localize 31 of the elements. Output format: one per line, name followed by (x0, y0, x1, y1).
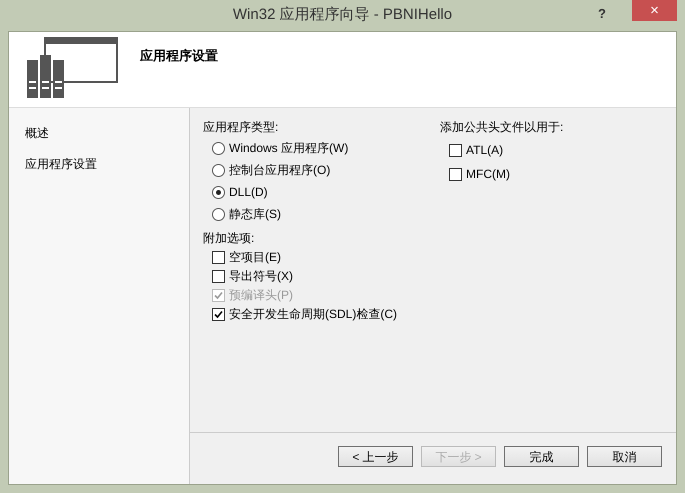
group-label: 应用程序类型: (203, 119, 280, 136)
checkbox-label: 导出符号(X) (229, 268, 293, 285)
sidebar-item[interactable]: 应用程序设置 (25, 155, 189, 173)
checkbox[interactable] (212, 308, 225, 320)
checkbox[interactable] (449, 168, 462, 180)
radio-label: 控制台应用程序(O) (229, 162, 330, 179)
close-button[interactable]: × (632, 0, 677, 21)
window-title: Win32 应用程序向导 - PBNIHello (232, 5, 452, 26)
radio-label: Windows 应用程序(W) (229, 140, 348, 157)
radio-label: DLL(D) (229, 184, 268, 201)
page-heading: 应用程序设置 (140, 47, 218, 65)
radio-button[interactable] (212, 186, 225, 198)
group-label: 添加公共头文件以用于: (440, 119, 564, 136)
group-label: 附加选项: (203, 230, 256, 247)
checkbox-label: 安全开发生命周期(SDL)检查(C) (229, 306, 397, 323)
checkbox[interactable] (449, 144, 462, 156)
radio-button[interactable] (212, 142, 225, 154)
checkbox-label: ATL(A) (466, 142, 504, 159)
checkbox-label: MFC(M) (466, 166, 510, 183)
wizard-button[interactable]: 完成 (504, 446, 579, 467)
radio-button[interactable] (212, 208, 225, 220)
checkbox-label: 空项目(E) (229, 249, 281, 266)
checkbox-label: 预编译头(P) (229, 287, 293, 304)
wizard-button[interactable]: 取消 (587, 446, 662, 467)
sidebar-item[interactable]: 概述 (25, 124, 189, 142)
radio-button[interactable] (212, 164, 225, 176)
checkbox[interactable] (212, 250, 225, 264)
checkbox[interactable] (212, 270, 225, 282)
radio-label: 静态库(S) (229, 206, 281, 223)
help-button[interactable]: ? (598, 4, 606, 24)
wizard-button[interactable]: < 上一步 (338, 446, 413, 467)
